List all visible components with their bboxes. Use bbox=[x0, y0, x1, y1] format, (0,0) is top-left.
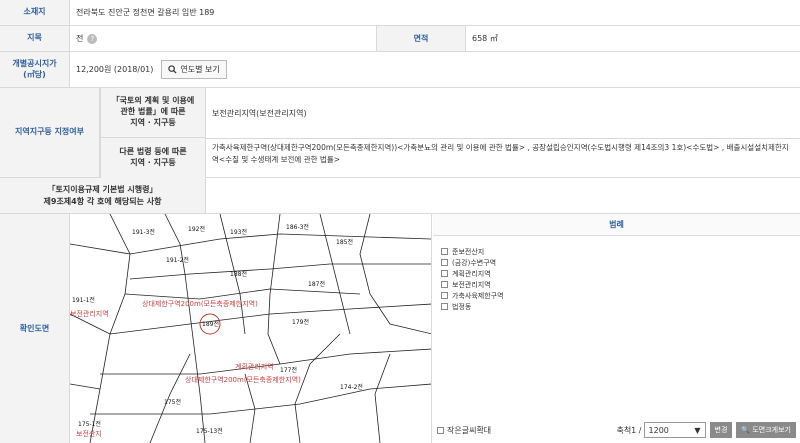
legend-list: 준보전산지 (금강)수변구역 계획관리지역 보전관리지역 가축사육제한구역 법정… bbox=[433, 236, 800, 312]
parcel-label: 191-1전 bbox=[72, 296, 95, 304]
zone-annotation: 보전산지 bbox=[76, 429, 102, 438]
legend-swatch bbox=[441, 292, 448, 299]
map-controls: 작은글씨확대 축척1 / 1200 ▼ 변경 🔍 도면크게보기 bbox=[437, 421, 796, 439]
enforcement-label-line2: 제9조제4항 각 호에 해당되는 사항 bbox=[43, 196, 162, 206]
parcel-label: 186-3전 bbox=[286, 223, 309, 231]
enlarge-map-button[interactable]: 🔍 도면크게보기 bbox=[736, 422, 796, 438]
enforcement-label: 「토지이용규제 기본법 시행령」 제9조제4항 각 호에 해당되는 사항 bbox=[0, 178, 206, 213]
zoning-label: 지역지구등 지정여부 bbox=[0, 88, 100, 177]
parcel-label: 188전 bbox=[230, 270, 247, 278]
legend-swatch bbox=[441, 259, 448, 266]
parcel-label: 187전 bbox=[308, 280, 325, 288]
scale-label: 축척1 / bbox=[616, 425, 642, 435]
enforcement-row: 「토지이용규제 기본법 시행령」 제9조제4항 각 호에 해당되는 사항 bbox=[0, 178, 800, 214]
parcel-label: 191-2전 bbox=[166, 256, 189, 264]
price-value: 12,200원 (2018/01) bbox=[76, 65, 154, 74]
yearly-view-button[interactable]: 연도별 보기 bbox=[161, 60, 227, 79]
enforcement-label-line1: 「토지이용규제 기본법 시행령」 bbox=[47, 185, 158, 195]
price-label: 개별공시지가 (㎡당) bbox=[0, 52, 70, 87]
law1-label: 「국토의 계획 및 이용에 관한 법률」에 따른 지역 · 지구등 bbox=[100, 88, 206, 138]
parcel-label: 174-2전 bbox=[340, 383, 363, 391]
legend-item-label: 준보전산지 bbox=[452, 247, 485, 256]
law1-label-line1: 「국토의 계획 및 이용에 bbox=[111, 96, 195, 106]
zoom-text-checkbox[interactable] bbox=[437, 426, 444, 434]
legend-item: (금강)수변구역 bbox=[441, 257, 800, 268]
legend-item-label: 법정동 bbox=[452, 302, 472, 311]
cadastral-map[interactable]: 192전 191-3전 193전 186-3전 185전 191-2전 188전… bbox=[70, 214, 432, 443]
parcel-label: 192전 bbox=[188, 225, 205, 233]
parcel-label: 185전 bbox=[336, 238, 353, 246]
map-label: 확인도면 bbox=[0, 214, 70, 443]
price-label-line2: (㎡당) bbox=[23, 69, 46, 79]
area-label: 면적 bbox=[376, 26, 466, 51]
legend-item-label: (금강)수변구역 bbox=[452, 258, 497, 267]
scale-select[interactable]: 1200 ▼ bbox=[643, 422, 706, 438]
parcel-label: 179전 bbox=[292, 318, 309, 326]
yearly-view-label: 연도별 보기 bbox=[180, 65, 220, 74]
zone-annotation: 상대제한구역200m(모든축종제한지역) bbox=[185, 375, 301, 384]
location-label: 소재지 bbox=[0, 0, 70, 25]
scale-value: 1200 bbox=[648, 425, 669, 435]
price-row: 개별공시지가 (㎡당) 12,200원 (2018/01) 연도별 보기 bbox=[0, 52, 800, 88]
category-label: 지목 bbox=[0, 26, 70, 51]
legend-swatch bbox=[441, 248, 448, 255]
law1-value: 보전관리지역(보전관리지역) bbox=[212, 108, 307, 118]
parcel-label: 191-3전 bbox=[132, 228, 155, 236]
search-icon bbox=[168, 65, 177, 74]
legend-swatch bbox=[441, 270, 448, 277]
zone-annotation: 상대제한구역200m(모든축종제한지역) bbox=[142, 299, 258, 308]
legend-item-label: 가축사육제한구역 bbox=[452, 291, 504, 300]
zoning-block: 지역지구등 지정여부 「국토의 계획 및 이용에 관한 법률」에 따른 지역 ·… bbox=[0, 88, 800, 178]
price-label-line1: 개별공시지가 bbox=[12, 59, 57, 69]
area-value: 658 ㎡ bbox=[472, 34, 498, 43]
legend-swatch bbox=[441, 303, 448, 310]
legend-item: 법정동 bbox=[441, 301, 800, 312]
law2-label-line2: 지역 · 지구등 bbox=[130, 158, 176, 167]
chevron-down-icon: ▼ bbox=[694, 425, 701, 435]
legend-swatch bbox=[441, 281, 448, 288]
law1-label-line2: 관한 법률」에 따른 bbox=[120, 107, 186, 117]
price-value-wrap: 12,200원 (2018/01) 연도별 보기 bbox=[76, 52, 227, 87]
law2-label: 다른 법령 등에 따른 지역 · 지구등 bbox=[100, 138, 206, 178]
location-row: 소재지 전라북도 진안군 정천면 갈용리 임반 189 bbox=[0, 0, 800, 26]
change-button[interactable]: 변경 bbox=[709, 422, 733, 438]
map-canvas[interactable]: 192전 191-3전 193전 186-3전 185전 191-2전 188전… bbox=[70, 214, 432, 443]
legend-item-label: 계획관리지역 bbox=[452, 269, 491, 278]
law2-value: 가축사육제한구역(상대제한구역200m(모든축종제한지역))<가축분뇨의 관리 … bbox=[212, 143, 789, 164]
law2-label-line1: 다른 법령 등에 따른 bbox=[119, 147, 187, 157]
legend-item: 가축사육제한구역 bbox=[441, 290, 800, 301]
zoom-text-label: 작은글씨확대 bbox=[447, 425, 492, 435]
category-value: 전 bbox=[76, 34, 84, 43]
enlarge-map-label: 도면크게보기 bbox=[752, 426, 791, 434]
land-row: 지목 전 ? 면적 658 ㎡ bbox=[0, 26, 800, 52]
zone-annotation: 보전관리지역 bbox=[70, 309, 109, 318]
legend-item: 계획관리지역 bbox=[441, 268, 800, 279]
legend-item: 준보전산지 bbox=[441, 246, 800, 257]
law1-label-line3: 지역 · 지구등 bbox=[130, 117, 176, 127]
category-value-wrap: 전 ? bbox=[76, 26, 98, 51]
location-value: 전라북도 진안군 정천면 갈용리 임반 189 bbox=[76, 8, 215, 17]
divider bbox=[206, 138, 800, 139]
parcel-label: 175-1전 bbox=[78, 420, 101, 428]
parcel-label: 175전 bbox=[164, 398, 181, 406]
parcel-label: 189전 bbox=[202, 320, 219, 328]
help-icon[interactable]: ? bbox=[87, 33, 98, 44]
parcel-label: 193전 bbox=[230, 228, 247, 236]
legend-item-label: 보전관리지역 bbox=[452, 280, 491, 289]
legend-panel: 범례 준보전산지 (금강)수변구역 계획관리지역 보전관리지역 가축사육제한구역… bbox=[433, 214, 800, 443]
parcel-label: 175-13전 bbox=[196, 427, 223, 435]
legend-item: 보전관리지역 bbox=[441, 279, 800, 290]
search-icon: 🔍 bbox=[741, 426, 751, 434]
parcel-label: 177전 bbox=[280, 366, 297, 374]
legend-title: 범례 bbox=[433, 214, 800, 236]
zone-annotation: 계획관리지역 bbox=[235, 362, 274, 371]
